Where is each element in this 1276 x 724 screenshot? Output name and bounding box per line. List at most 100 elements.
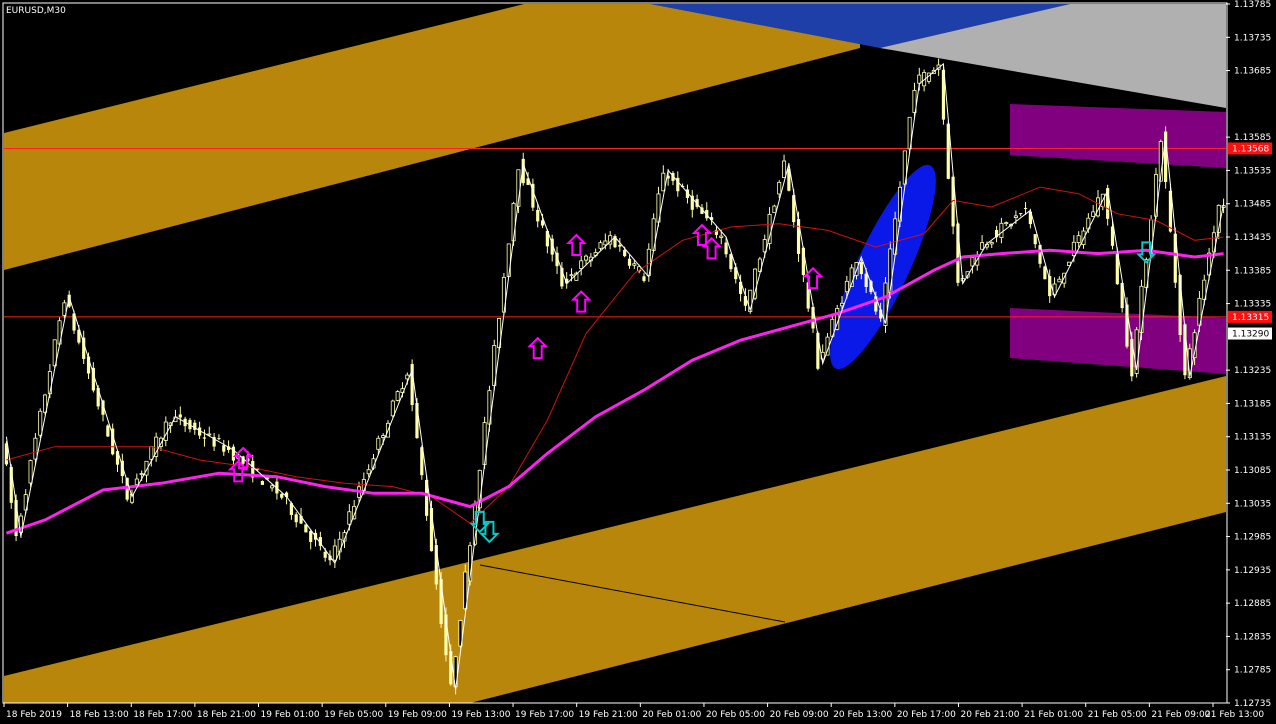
candle-body — [1043, 266, 1047, 280]
candle-body — [569, 274, 574, 277]
candle-body — [1057, 278, 1062, 283]
price-tick-label: 1.12785 — [1234, 666, 1271, 676]
candle-body — [28, 460, 33, 484]
candle-body — [294, 514, 298, 523]
candle-body — [309, 531, 313, 543]
candle-body — [864, 273, 868, 287]
candle-body — [999, 222, 1004, 238]
time-tick-label: 18 Feb 13:00 — [70, 710, 129, 720]
candle-body — [222, 445, 226, 452]
candle-body — [390, 400, 395, 417]
candle-body — [980, 242, 985, 250]
time-tick-label: 20 Feb 17:00 — [897, 710, 956, 720]
candle-body — [323, 551, 327, 558]
candle-body — [33, 437, 38, 460]
price-chart[interactable]: 1.13785 1.13735 1.13685 1.13585 1.13535 1.134… — [0, 0, 1276, 724]
time-tick-label: 18 Feb 2019 — [6, 710, 62, 720]
candle-body — [376, 437, 381, 450]
candle-body — [782, 160, 787, 179]
time-tick-label: 21 Feb 09:00 — [1151, 710, 1210, 720]
price-tick-label: 1.13785 — [1234, 0, 1271, 10]
candle-body — [753, 268, 758, 299]
candle-body — [1023, 207, 1028, 209]
candle-body — [844, 280, 849, 293]
candle-body — [724, 242, 728, 255]
candle-body — [584, 255, 589, 261]
candle-body — [536, 209, 540, 222]
candle-body — [816, 332, 820, 369]
time-tick-label: 19 Feb 09:00 — [388, 710, 447, 720]
candle-body — [1091, 211, 1096, 217]
candle-body — [280, 493, 284, 498]
candle-body — [134, 478, 139, 485]
candle-body — [859, 262, 863, 274]
candle-body — [970, 257, 975, 267]
candle-body — [579, 260, 584, 269]
candle-body — [603, 240, 608, 246]
price-tick-label: 1.13585 — [1234, 133, 1271, 143]
price-tick-label: 1.13235 — [1234, 366, 1271, 376]
window-title: EURUSD,M30 — [6, 6, 66, 16]
price-tick-label: 1.12735 — [1234, 699, 1271, 709]
candle-body — [139, 473, 144, 475]
price-tick-label: 1.13685 — [1234, 67, 1271, 77]
candle-body — [202, 437, 207, 439]
candle-body — [332, 545, 337, 561]
candle-body — [347, 511, 352, 525]
candle-body — [395, 391, 400, 401]
candle-body — [38, 410, 43, 436]
candle-body — [149, 446, 154, 460]
candle-body — [163, 421, 168, 441]
candle-body — [381, 435, 386, 438]
time-tick-label: 20 Feb 09:00 — [770, 710, 829, 720]
candle-body — [231, 446, 236, 461]
candle-body — [642, 276, 646, 281]
price-tick-label: 1.13535 — [1234, 166, 1271, 176]
time-tick-label: 20 Feb 21:00 — [960, 710, 1019, 720]
candle-body — [217, 438, 221, 440]
price-tick-label: 1.12835 — [1234, 632, 1271, 642]
candle-body — [1153, 174, 1158, 217]
candle-body — [1004, 222, 1009, 225]
price-tick-label: 1.13185 — [1234, 399, 1271, 409]
price-tick-label: 1.12885 — [1234, 599, 1271, 609]
time-tick-label: 19 Feb 01:00 — [261, 710, 320, 720]
price-badge-label: 1.13290 — [1232, 330, 1269, 340]
time-tick-label: 19 Feb 21:00 — [579, 710, 638, 720]
candle-body — [207, 433, 212, 436]
candle-body — [366, 469, 371, 475]
candle-body — [270, 485, 275, 489]
price-tick-label: 1.13735 — [1234, 33, 1271, 43]
price-badge-label: 1.13568 — [1232, 144, 1269, 154]
candle-body — [719, 235, 724, 238]
time-tick-label: 21 Feb 01:00 — [1024, 710, 1083, 720]
candle-body — [1033, 234, 1037, 245]
time-tick-label: 20 Feb 13:00 — [833, 710, 892, 720]
candle-body — [260, 481, 265, 485]
price-tick-label: 1.12935 — [1234, 566, 1271, 576]
time-tick-label: 21 Feb 05:00 — [1088, 710, 1147, 720]
price-tick-label: 1.13135 — [1234, 433, 1271, 443]
candle-body — [840, 302, 845, 307]
time-tick-label: 19 Feb 17:00 — [515, 710, 574, 720]
candle-body — [506, 243, 511, 277]
time-tick-label: 19 Feb 13:00 — [451, 710, 510, 720]
time-tick-label: 18 Feb 17:00 — [133, 710, 192, 720]
time-tick-label: 20 Feb 01:00 — [642, 710, 701, 720]
price-tick-label: 1.13385 — [1234, 266, 1271, 276]
candle-body — [767, 213, 772, 244]
candle-body — [1013, 215, 1018, 218]
candle-body — [917, 74, 922, 84]
candle-body — [598, 242, 603, 249]
price-tick-label: 1.13435 — [1234, 233, 1271, 243]
candle-body — [772, 205, 777, 214]
candle-body — [632, 263, 637, 266]
time-tick-label: 19 Feb 05:00 — [324, 710, 383, 720]
candle-body — [178, 414, 182, 418]
candle-body — [1071, 241, 1076, 257]
candle-body — [1076, 235, 1081, 243]
price-tick-label: 1.13335 — [1234, 300, 1271, 310]
price-tick-label: 1.13085 — [1234, 466, 1271, 476]
candle-body — [796, 219, 801, 254]
candle-body — [106, 425, 110, 437]
